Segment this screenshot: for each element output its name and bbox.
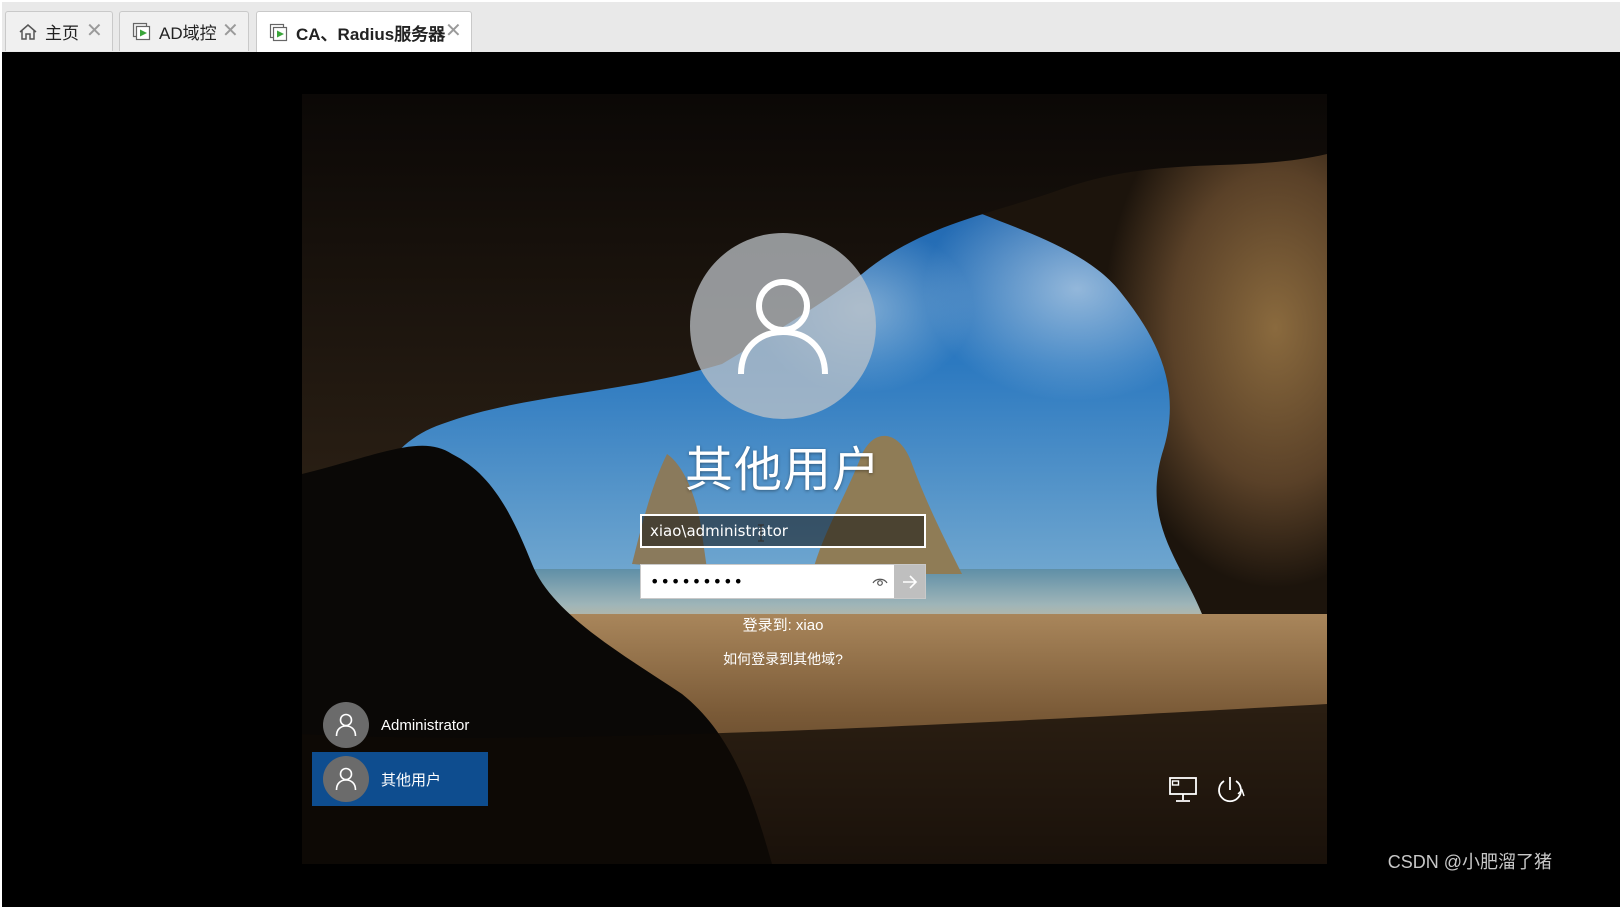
user-icon <box>323 756 369 802</box>
sign-in-domain-text: 登录到: xiao <box>742 617 824 634</box>
power-icon[interactable] <box>1212 772 1248 808</box>
page-title: 其他用户 <box>684 444 881 497</box>
submit-arrow-button[interactable] <box>894 565 925 598</box>
network-icon[interactable] <box>1166 772 1202 808</box>
password-input[interactable] <box>641 565 869 598</box>
user-icon <box>323 702 369 748</box>
reveal-password-icon[interactable] <box>871 573 889 591</box>
user-tile-label: Administrator <box>381 716 470 734</box>
watermark-text: CSDN @小肥溜了猪 <box>1387 852 1552 872</box>
other-domain-link[interactable]: 如何登录到其他域? <box>640 649 926 669</box>
arrow-right-icon <box>902 574 917 589</box>
user-tile-other-user[interactable]: 其他用户 <box>312 752 488 806</box>
user-icon <box>738 279 828 375</box>
vm-console-window: 主页 ✕ AD域控 ✕ CA、Radius服务器 ✕ 其他用户 xiao\adm… <box>0 0 1624 910</box>
username-input[interactable] <box>640 514 926 548</box>
user-tile-label: 其他用户 <box>381 771 442 789</box>
user-tile-administrator[interactable]: Administrator <box>312 698 488 752</box>
password-box <box>640 564 926 599</box>
user-avatar <box>690 233 876 419</box>
text-cursor-icon <box>758 524 764 542</box>
